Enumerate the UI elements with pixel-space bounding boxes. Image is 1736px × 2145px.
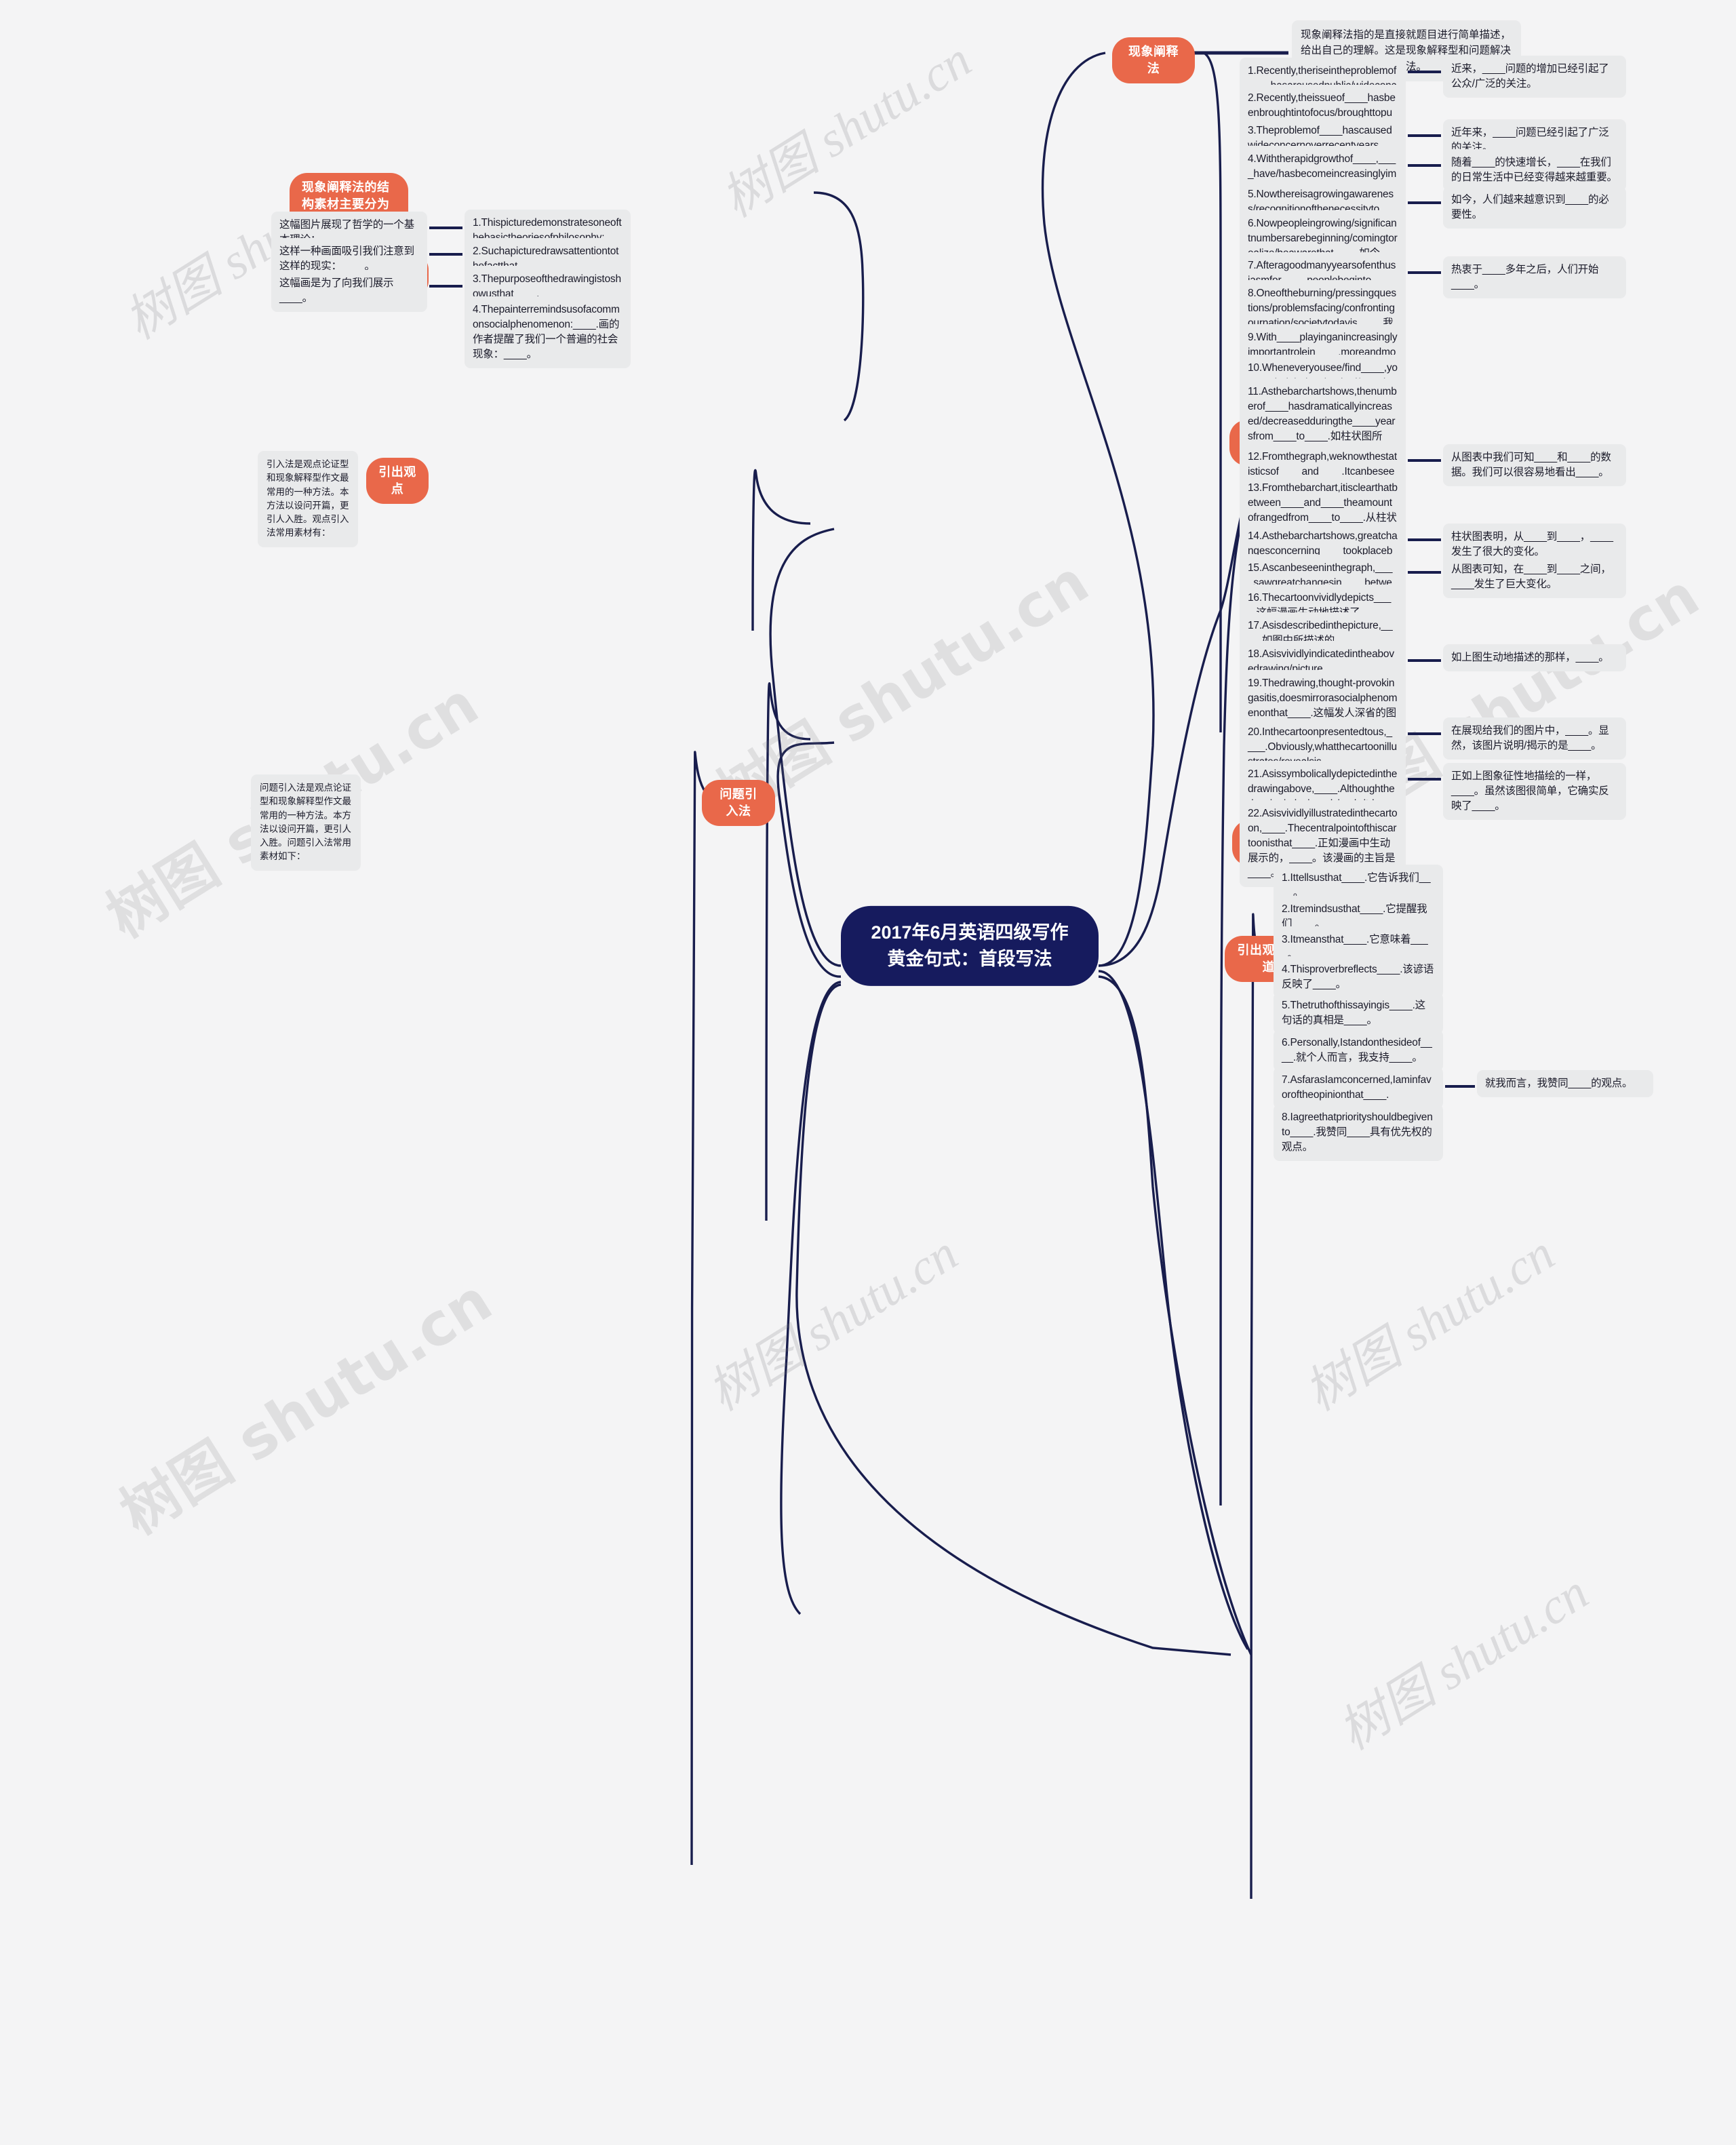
connector-bar — [429, 253, 462, 256]
connector-bar — [1408, 71, 1441, 73]
mindmap-canvas: 树图 shutu.cn 树图 shutu.cn 树图 shutu.cn 树图 shut… — [0, 0, 1736, 2145]
connector-bar — [1408, 134, 1441, 137]
translation-node[interactable]: 如今，人们越来越意识到____的必要性。 — [1443, 186, 1626, 229]
connector-bar — [1408, 164, 1441, 167]
connector-bar — [1408, 538, 1441, 541]
connector-bar — [1408, 201, 1441, 204]
watermark: 树图 shutu.cn — [109, 1266, 504, 1548]
watermark: 树图 shutu.cn — [712, 31, 981, 229]
translation-node[interactable]: 正如上图象征性地描绘的一样，____。虽然该图很简单，它确实反映了____。 — [1443, 763, 1626, 820]
sentence-node[interactable]: 6.Personally,Istandonthesideof____.就个人而言… — [1274, 1029, 1443, 1071]
translation-node[interactable]: 从图表可知，在____到____之间，____发生了巨大变化。 — [1443, 556, 1626, 598]
translation-node[interactable]: 热衷于____多年之后，人们开始____。 — [1443, 256, 1626, 298]
translation-node[interactable]: 从图表中我们可知____和____的数据。我们可以很容易地看出____。 — [1443, 444, 1626, 486]
connector-bar — [1408, 659, 1441, 662]
topic-wenti-yinru[interactable]: 问题引入法 — [702, 780, 775, 827]
translation-node[interactable]: 近来，____问题的增加已经引起了公众/广泛的关注。 — [1443, 56, 1626, 98]
topic-xianxiang-chanshi[interactable]: 现象阐释法 — [1112, 37, 1195, 84]
desc-wenti-yinru: 问题引入法是观点论证型和现象解释型作文最常用的一种方法。本方法以设问开篇，更引人… — [251, 774, 361, 871]
connector-bar — [429, 227, 462, 229]
watermark: 树图 shutu.cn — [1295, 1225, 1564, 1422]
watermark: 树图 shutu.cn — [1329, 1564, 1598, 1761]
sentence-node[interactable]: 4.Thepainterremindsusofacommonsocialphen… — [465, 296, 631, 368]
topic-label: 引出观点 — [378, 465, 416, 496]
connector-bar — [1445, 1085, 1475, 1088]
watermark: 树图 shutu.cn — [698, 1225, 968, 1422]
sentence-node[interactable]: 5.Thetruthofthissayingis____.这句话的真相是____… — [1274, 992, 1443, 1034]
connector-links — [690, 51, 1289, 1900]
connector-bar — [1408, 571, 1441, 574]
sentence-node[interactable]: 7.AsfarasIamconcerned,Iaminfavoroftheopi… — [1274, 1067, 1443, 1109]
translation-node[interactable]: 在展现给我们的图片中，____。显然，该图片说明/揭示的是____。 — [1443, 717, 1626, 760]
topic-yinchu-guandian-2[interactable]: 引出观点 — [366, 458, 429, 505]
translation-node[interactable]: 随着____的快速增长，____在我们的日常生活中已经变得越来越重要。 — [1443, 149, 1626, 191]
desc-yinchu-guandian: 引入法是观点论证型和现象解释型作文最常用的一种方法。本方法以设问开篇，更引人入胜… — [258, 451, 358, 547]
translation-node[interactable]: 这幅画是为了向我们展示____。 — [271, 270, 427, 312]
topic-label: 现象阐释法 — [1128, 45, 1179, 76]
translation-node[interactable]: 就我而言，我赞同____的观点。 — [1477, 1070, 1653, 1097]
sentence-node[interactable]: 8.Iagreethatpriorityshouldbegivento____.… — [1274, 1104, 1443, 1161]
connector-bar — [1408, 271, 1441, 274]
root-node[interactable]: 2017年6月英语四级写作 黄金句式：首段写法 — [841, 905, 1099, 987]
connector-bar — [1408, 778, 1441, 781]
connector-bar — [1408, 732, 1441, 735]
topic-label: 问题引入法 — [719, 787, 757, 819]
connector-bar — [1408, 459, 1441, 462]
translation-node[interactable]: 如上图生动地描述的那样，____。 — [1443, 644, 1626, 671]
connector-bar — [429, 285, 462, 288]
